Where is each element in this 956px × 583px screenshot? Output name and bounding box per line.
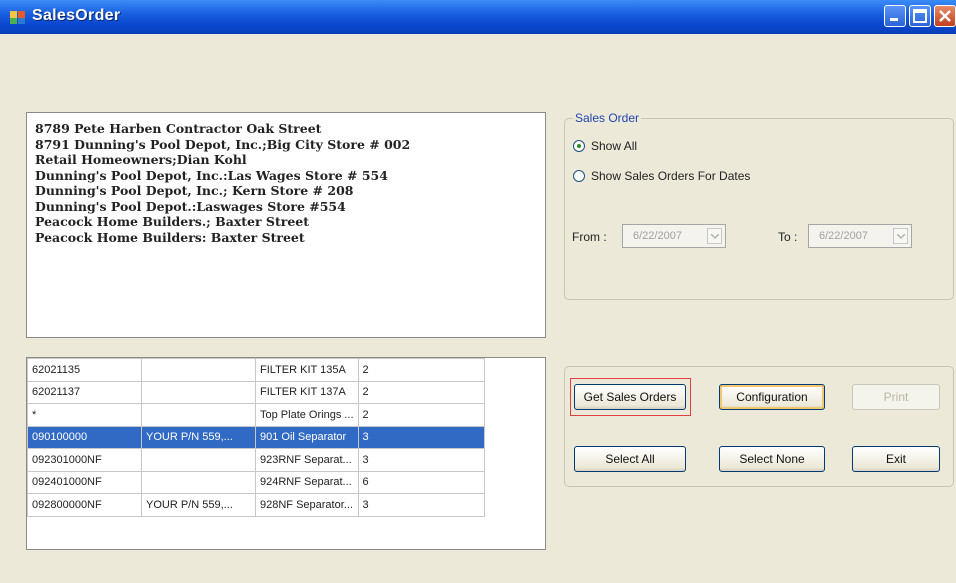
table-cell: 62021137 bbox=[27, 380, 142, 404]
table-cell: YOUR P/N 559,... bbox=[141, 493, 256, 517]
sales-order-window: SalesOrder 8789 Pete Harben Contractor O… bbox=[0, 0, 956, 583]
table-cell: 62021135 bbox=[27, 358, 142, 382]
to-date-value: 6/22/2007 bbox=[819, 230, 868, 242]
table-cell bbox=[141, 358, 256, 382]
app-icon bbox=[10, 9, 26, 25]
from-date-value: 6/22/2007 bbox=[633, 230, 682, 242]
table-cell: Top Plate Orings ... bbox=[255, 403, 359, 427]
print-button[interactable]: Print bbox=[852, 384, 940, 410]
table-cell: 6 bbox=[357, 470, 485, 494]
table-cell: 092301000NF bbox=[27, 448, 142, 472]
customer-list-item[interactable]: 8789 Pete Harben Contractor Oak Street bbox=[35, 121, 545, 137]
table-cell: FILTER KIT 135A bbox=[255, 358, 359, 382]
table-cell: 2 bbox=[357, 358, 485, 382]
table-cell: 3 bbox=[357, 425, 485, 449]
close-button[interactable] bbox=[934, 5, 956, 27]
customer-list-item[interactable]: Dunning's Pool Depot, Inc.; Kern Store #… bbox=[35, 183, 545, 199]
customer-list[interactable]: 8789 Pete Harben Contractor Oak Street 87… bbox=[26, 112, 546, 338]
table-cell: 924RNF Separat... bbox=[255, 470, 359, 494]
table-cell: 923RNF Separat... bbox=[255, 448, 359, 472]
sales-order-group-label: Sales Order bbox=[573, 111, 642, 125]
table-row[interactable]: 62021135 FILTER KIT 135A 2 bbox=[27, 358, 485, 382]
table-cell bbox=[141, 403, 256, 427]
table-cell: 3 bbox=[357, 448, 485, 472]
dropdown-arrow-icon[interactable] bbox=[893, 228, 908, 244]
table-cell: YOUR P/N 559,... bbox=[141, 425, 256, 449]
select-none-button[interactable]: Select None bbox=[719, 446, 825, 472]
sales-order-grid[interactable]: 62021135 FILTER KIT 135A 2 62021137 FILTER K… bbox=[26, 357, 546, 550]
table-row[interactable]: * Top Plate Orings ... 2 bbox=[27, 403, 485, 427]
from-date-picker[interactable]: 6/22/2007 bbox=[622, 224, 726, 248]
to-label: To : bbox=[778, 230, 798, 244]
customer-list-item[interactable]: 8791 Dunning's Pool Depot, Inc.;Big City… bbox=[35, 137, 545, 153]
table-row[interactable]: 090100000 YOUR P/N 559,... 901 Oil Separat… bbox=[27, 425, 485, 449]
table-cell: 3 bbox=[357, 493, 485, 517]
table-cell: 2 bbox=[357, 403, 485, 427]
table-row[interactable]: 62021137 FILTER KIT 137A 2 bbox=[27, 380, 485, 404]
to-date-picker[interactable]: 6/22/2007 bbox=[808, 224, 912, 248]
customer-list-item[interactable]: Peacock Home Builders: Baxter Street bbox=[35, 230, 545, 246]
table-cell: FILTER KIT 137A bbox=[255, 380, 359, 404]
table-cell: 928NF Separator... bbox=[255, 493, 359, 517]
radio-checked-icon bbox=[573, 140, 585, 152]
configuration-button[interactable]: Configuration bbox=[719, 384, 825, 410]
table-row[interactable]: 092800000NF YOUR P/N 559,... 928NF Separat… bbox=[27, 493, 485, 517]
table-row[interactable]: 092401000NF 924RNF Separat... 6 bbox=[27, 470, 485, 494]
show-all-label: Show All bbox=[591, 139, 638, 153]
table-cell: 092401000NF bbox=[27, 470, 142, 494]
select-all-button[interactable]: Select All bbox=[574, 446, 686, 472]
dropdown-arrow-icon[interactable] bbox=[707, 228, 722, 244]
title-bar[interactable]: SalesOrder bbox=[0, 0, 956, 34]
customer-list-item[interactable]: Peacock Home Builders.; Baxter Street bbox=[35, 214, 545, 230]
table-cell bbox=[141, 380, 256, 404]
window-title: SalesOrder bbox=[32, 7, 121, 24]
maximize-button[interactable] bbox=[909, 5, 931, 27]
radio-unchecked-icon bbox=[573, 170, 585, 182]
exit-button[interactable]: Exit bbox=[852, 446, 940, 472]
show-for-dates-label: Show Sales Orders For Dates bbox=[591, 169, 751, 183]
table-cell: 901 Oil Separator bbox=[255, 425, 359, 449]
customer-list-item[interactable]: Dunning's Pool Depot.:Laswages Store #55… bbox=[35, 199, 545, 215]
from-label: From : bbox=[572, 230, 607, 244]
table-cell bbox=[141, 470, 256, 494]
customer-list-item[interactable]: Dunning's Pool Depot, Inc.:Las Wages Sto… bbox=[35, 168, 545, 184]
minimize-button[interactable] bbox=[884, 5, 906, 27]
get-sales-orders-button[interactable]: Get Sales Orders bbox=[574, 384, 686, 410]
customer-list-item[interactable]: Retail Homeowners;Dian Kohl bbox=[35, 152, 545, 168]
table-cell: * bbox=[27, 403, 142, 427]
table-cell: 090100000 bbox=[27, 425, 142, 449]
table-cell: 092800000NF bbox=[27, 493, 142, 517]
table-row[interactable]: 092301000NF 923RNF Separat... 3 bbox=[27, 448, 485, 472]
table-cell bbox=[141, 448, 256, 472]
table-cell: 2 bbox=[357, 380, 485, 404]
